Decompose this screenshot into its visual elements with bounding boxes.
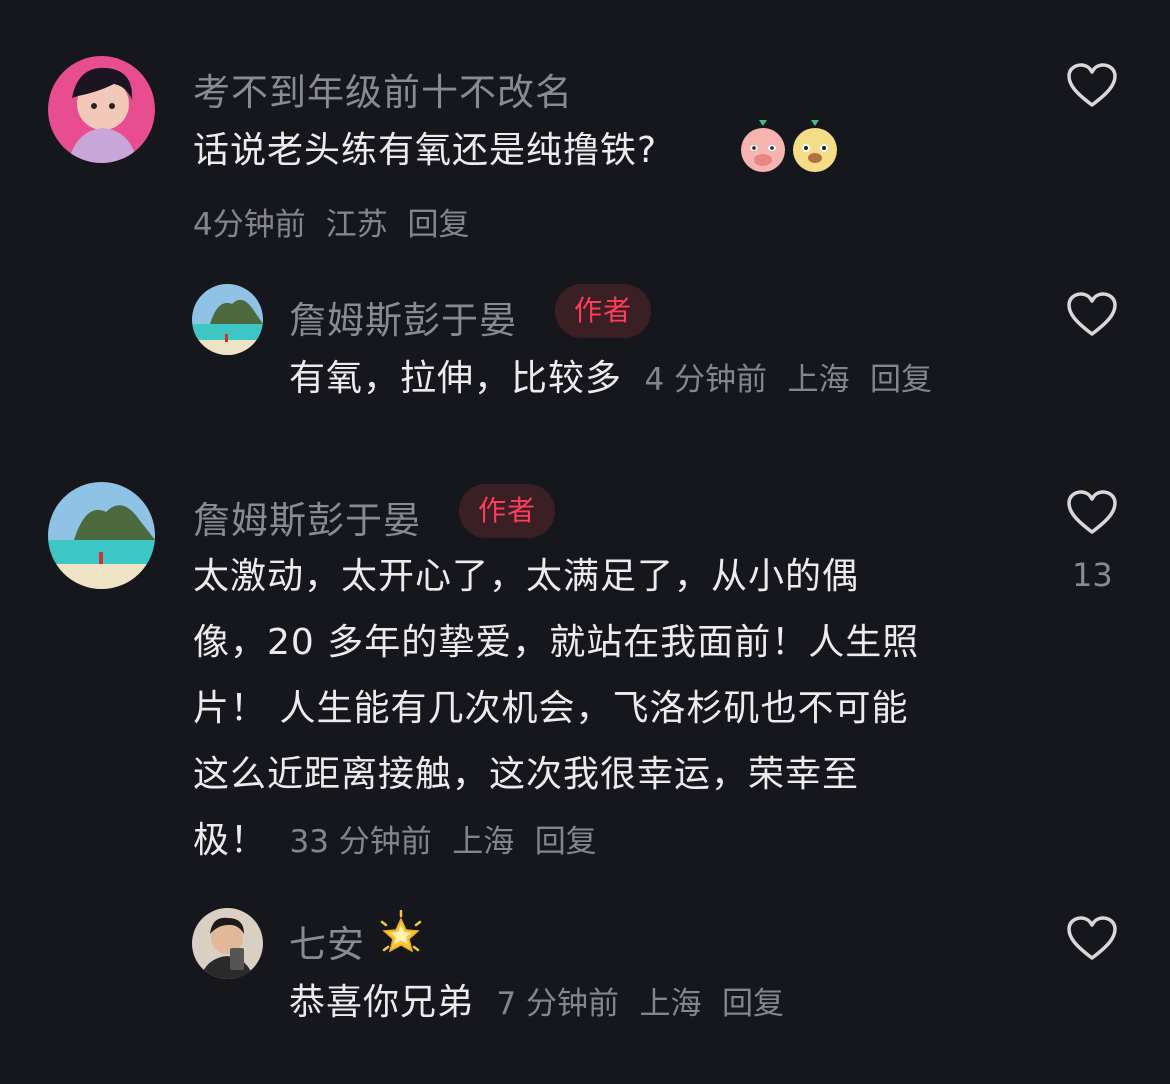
comment-username[interactable]: 七安 — [289, 914, 365, 968]
like-count: 13 — [1072, 556, 1113, 594]
comment-text-line-last: 极！ 33 分钟前 上海 回复 — [193, 808, 1023, 875]
comment-time: 4 分钟前 — [644, 362, 768, 398]
author-badge: 作者 — [459, 484, 555, 538]
comment-meta: 4分钟前 江苏 回复 — [193, 199, 469, 244]
comment-text-content: 有氧，拉伸，比较多 — [289, 358, 623, 399]
reply-button[interactable]: 回复 — [722, 986, 784, 1022]
heart-outline-icon[interactable] — [1066, 915, 1118, 961]
reply-button[interactable]: 回复 — [535, 824, 597, 860]
glowing-star-emoji — [380, 910, 422, 953]
comment-text: 有氧，拉伸，比较多 4 分钟前 上海 回复 — [289, 346, 932, 413]
avatar[interactable] — [48, 482, 155, 589]
comment-text-content: 话说老头练有氧还是纯撸铁? — [193, 130, 658, 171]
avatar[interactable] — [192, 284, 263, 355]
author-badge: 作者 — [555, 284, 651, 338]
comment-text: 话说老头练有氧还是纯撸铁? — [193, 118, 657, 184]
heart-outline-icon[interactable] — [1066, 489, 1118, 535]
comment-text-line: 太激动，太开心了，太满足了，从小的偶 — [193, 556, 860, 597]
comment-username[interactable]: 詹姆斯彭于晏 — [193, 490, 421, 544]
avatar[interactable] — [192, 908, 263, 979]
comment-username[interactable]: 詹姆斯彭于晏 — [289, 290, 517, 344]
comment-time: 4分钟前 — [193, 207, 306, 243]
comment-location: 上海 — [452, 824, 515, 860]
comment-text: 太激动，太开心了，太满足了，从小的偶 像，20 多年的挚爱，就站在我面前！人生照… — [193, 544, 1023, 875]
comment-location: 上海 — [787, 362, 850, 398]
comment-text-line: 这么近距离接触，这次我很幸运，荣幸至 — [193, 754, 860, 795]
comment-text-line: 片！ 人生能有几次机会，飞洛杉矶也不可能 — [193, 688, 909, 729]
comment-text: 恭喜你兄弟 7 分钟前 上海 回复 — [289, 970, 784, 1037]
avatar[interactable] — [48, 56, 155, 163]
comment-text-line: 像，20 多年的挚爱，就站在我面前！人生照 — [193, 622, 920, 663]
heart-outline-icon[interactable] — [1066, 291, 1118, 337]
happy-face-emoji — [793, 120, 837, 172]
reply-button[interactable]: 回复 — [870, 362, 932, 398]
comment-username[interactable]: 考不到年级前十不改名 — [193, 62, 573, 116]
shy-face-emoji — [741, 120, 785, 172]
comment-location: 江苏 — [325, 207, 388, 243]
comment-text-content: 恭喜你兄弟 — [289, 982, 475, 1023]
comment-location: 上海 — [639, 986, 702, 1022]
comment-text-content: 极！ — [193, 820, 268, 861]
comment-time: 33 分钟前 — [289, 824, 432, 860]
heart-outline-icon[interactable] — [1066, 62, 1118, 108]
comment-time: 7 分钟前 — [496, 986, 620, 1022]
reply-button[interactable]: 回复 — [407, 207, 469, 243]
